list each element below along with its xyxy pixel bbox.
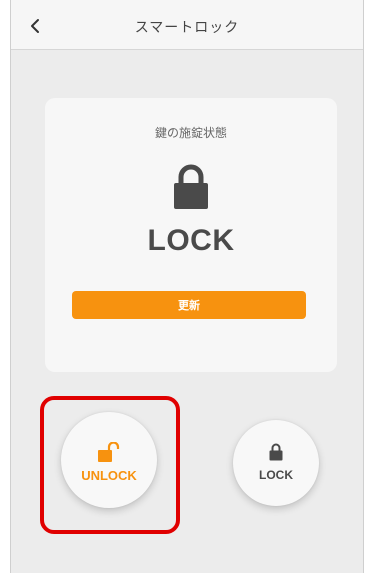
unlock-button-label: UNLOCK [81, 468, 137, 483]
status-card-label: 鍵の施錠状態 [154, 126, 227, 140]
page-title: スマートロック [134, 20, 240, 36]
unlock-button[interactable]: UNLOCK [61, 412, 157, 508]
lock-button-label: LOCK [259, 468, 293, 482]
refresh-button[interactable]: 更新 [72, 291, 306, 319]
lock-button[interactable]: LOCK [233, 420, 319, 506]
app-screen: スマートロック 鍵の施錠状態 LOCK 更新 UNLOCK LOCK [10, 0, 364, 573]
lock-status-text: LOCK [147, 224, 235, 257]
padlock-closed-icon [174, 164, 208, 209]
header-bar: スマートロック [11, 0, 363, 50]
lock-status-card: 鍵の施錠状態 LOCK 更新 [45, 98, 337, 372]
padlock-closed-icon [269, 443, 283, 461]
padlock-open-icon [98, 442, 120, 462]
